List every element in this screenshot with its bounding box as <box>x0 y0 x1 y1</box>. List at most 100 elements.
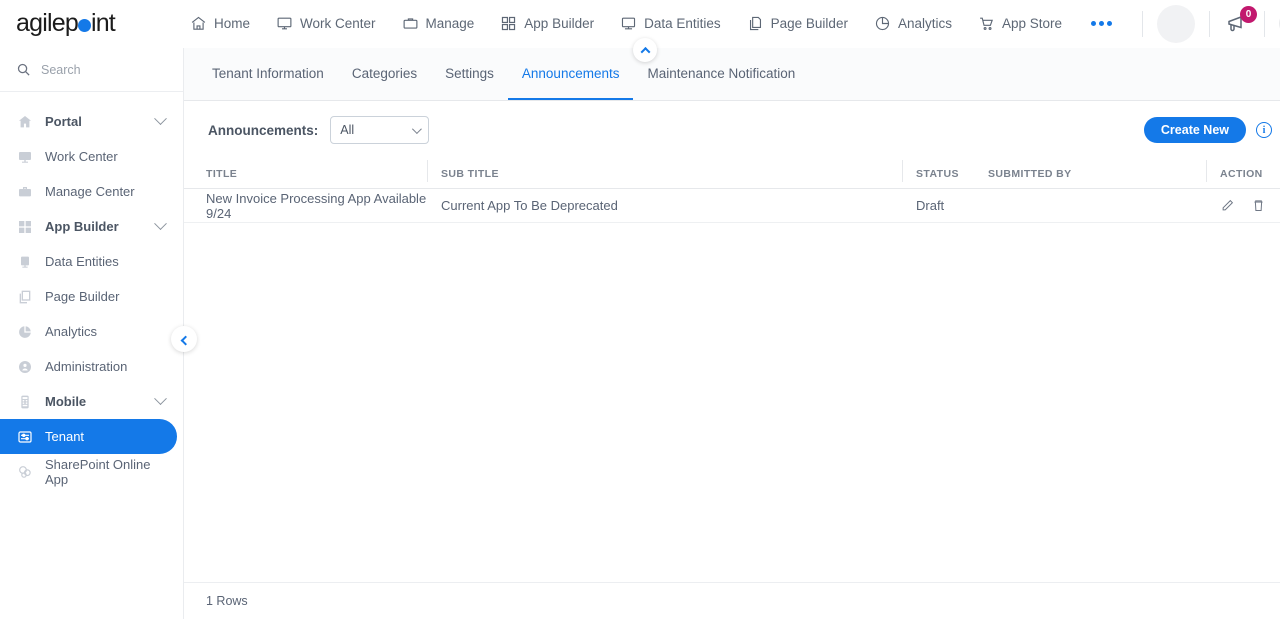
tab-label: Categories <box>351 66 418 81</box>
cell-sub-title: Current App To Be Deprecated <box>441 198 618 213</box>
edit-icon[interactable] <box>1220 198 1235 213</box>
sidebar-item-administration[interactable]: Administration <box>0 349 177 384</box>
table-row[interactable]: New Invoice Processing App Available 9/2… <box>184 189 1280 223</box>
display-icon <box>16 254 33 270</box>
home-icon <box>16 114 33 130</box>
sidebar-item-label: Tenant <box>45 429 85 444</box>
sidebar-search[interactable] <box>0 48 183 92</box>
sidebar: Portal Work Center Manage Center App Bui… <box>0 48 197 619</box>
sidebar-item-label: SharePoint Online App <box>45 456 151 487</box>
sidebar-item-mobile[interactable]: Mobile <box>0 384 177 419</box>
nav-label: Page Builder <box>770 16 848 31</box>
notification-badge: 0 <box>1240 5 1258 23</box>
mobile-icon <box>16 394 33 410</box>
sidebar-item-label: Data Entities <box>45 254 119 269</box>
column-header-sub-title: SUB TITLE <box>427 159 916 182</box>
delete-icon[interactable] <box>1251 198 1266 213</box>
app-root: agilep int Home Work Center Manage App B… <box>0 0 1280 619</box>
announcements-table: TITLE SUB TITLE STATUS SUBMITTED BY ACTI… <box>184 159 1280 223</box>
sidebar-item-page-builder[interactable]: Page Builder <box>0 279 177 314</box>
nav-item-home[interactable]: Home <box>177 0 263 48</box>
logo-text: agilep int <box>16 9 116 38</box>
nav-item-app-store[interactable]: App Store <box>965 0 1075 48</box>
sidebar-item-work-center[interactable]: Work Center <box>0 139 177 174</box>
chevron-down-icon[interactable] <box>154 217 167 231</box>
announcements-filter-value: All <box>340 123 355 137</box>
nav-item-manage[interactable]: Manage <box>389 0 488 48</box>
nav-item-data-entities[interactable]: Data Entities <box>607 0 734 48</box>
chevron-up-icon <box>640 46 650 57</box>
briefcase-icon <box>16 184 33 200</box>
nav-item-app-builder[interactable]: App Builder <box>487 0 607 48</box>
agilepoint-logo[interactable]: agilep int <box>0 9 116 38</box>
sidebar-item-label: App Builder <box>45 219 119 234</box>
chevron-down-icon[interactable] <box>154 392 167 406</box>
tab-announcements[interactable]: Announcements <box>507 49 634 100</box>
pie-chart-icon <box>874 15 891 32</box>
tab-maintenance-notification[interactable]: Maintenance Notification <box>633 49 809 100</box>
home-icon <box>190 15 207 32</box>
more-icon[interactable] <box>1075 0 1128 48</box>
nav-label: Data Entities <box>644 16 721 31</box>
sidebar-item-tenant[interactable]: Tenant <box>0 419 177 454</box>
cell-title: New Invoice Processing App Available 9/2… <box>206 190 427 221</box>
cart-icon <box>978 15 995 32</box>
tenant-logo-placeholder <box>1157 4 1196 43</box>
nav-item-work-center[interactable]: Work Center <box>263 0 389 48</box>
column-header-status: STATUS <box>902 159 988 182</box>
announcements-filter-select[interactable]: All <box>330 116 430 144</box>
sidebar-collapse-button[interactable] <box>171 326 197 352</box>
sidebar-item-label: Analytics <box>45 324 98 339</box>
grid-icon <box>16 219 33 235</box>
sidebar-item-sharepoint-online-app[interactable]: SharePoint Online App <box>0 454 177 489</box>
nav-label: Analytics <box>897 16 952 31</box>
cell-status: Draft <box>916 198 945 213</box>
sidebar-menu: Portal Work Center Manage Center App Bui… <box>0 92 183 489</box>
create-new-button[interactable]: Create New <box>1143 117 1246 143</box>
search-icon <box>17 63 30 76</box>
filter-bar-actions: Create New i <box>1143 117 1272 143</box>
display-icon <box>620 15 637 32</box>
collapse-header-button[interactable] <box>633 38 657 62</box>
divider <box>1142 10 1144 37</box>
nav-item-page-builder[interactable]: Page Builder <box>734 0 861 48</box>
tab-tenant-information[interactable]: Tenant Information <box>198 49 338 100</box>
nav-label: App Builder <box>524 16 595 31</box>
announcement-button[interactable]: 0 <box>1224 5 1258 37</box>
sidebar-item-analytics[interactable]: Analytics <box>0 314 177 349</box>
sidebar-item-label: Mobile <box>45 394 87 409</box>
pages-icon <box>747 15 764 32</box>
sharepoint-icon <box>16 464 33 480</box>
logo-dot-icon <box>77 19 91 32</box>
sidebar-item-manage-center[interactable]: Manage Center <box>0 174 177 209</box>
nav-item-analytics[interactable]: Analytics <box>861 0 965 48</box>
briefcase-icon <box>402 15 419 32</box>
tab-categories[interactable]: Categories <box>338 49 431 100</box>
column-header-action: ACTION <box>1206 159 1280 182</box>
table-header-row: TITLE SUB TITLE STATUS SUBMITTED BY ACTI… <box>184 159 1280 189</box>
top-right-controls: 0 <box>1128 0 1280 48</box>
top-nav-items: Home Work Center Manage App Builder Data… <box>115 0 1128 48</box>
sliders-icon <box>16 429 33 445</box>
search-input[interactable] <box>41 62 151 77</box>
user-lock-icon <box>16 359 33 375</box>
pages-icon <box>16 289 33 305</box>
divider <box>1209 10 1211 37</box>
tab-settings[interactable]: Settings <box>431 49 508 100</box>
table-footer: 1 Rows <box>184 582 1280 619</box>
sidebar-item-app-builder[interactable]: App Builder <box>0 209 177 244</box>
divider <box>1264 10 1266 37</box>
sidebar-item-label: Page Builder <box>45 289 120 304</box>
sidebar-item-portal[interactable]: Portal <box>0 104 177 139</box>
row-count-label: 1 Rows <box>206 594 248 608</box>
tab-label: Tenant Information <box>212 66 324 81</box>
info-icon[interactable]: i <box>1256 122 1272 138</box>
monitor-icon <box>276 15 293 32</box>
chevron-down-icon[interactable] <box>154 112 167 126</box>
tab-label: Settings <box>445 66 494 81</box>
grid-icon <box>500 15 517 32</box>
nav-label: Home <box>213 16 250 31</box>
chevron-down-icon <box>412 123 423 134</box>
sidebar-item-data-entities[interactable]: Data Entities <box>0 244 177 279</box>
column-header-submitted-by: SUBMITTED BY <box>988 167 1072 180</box>
